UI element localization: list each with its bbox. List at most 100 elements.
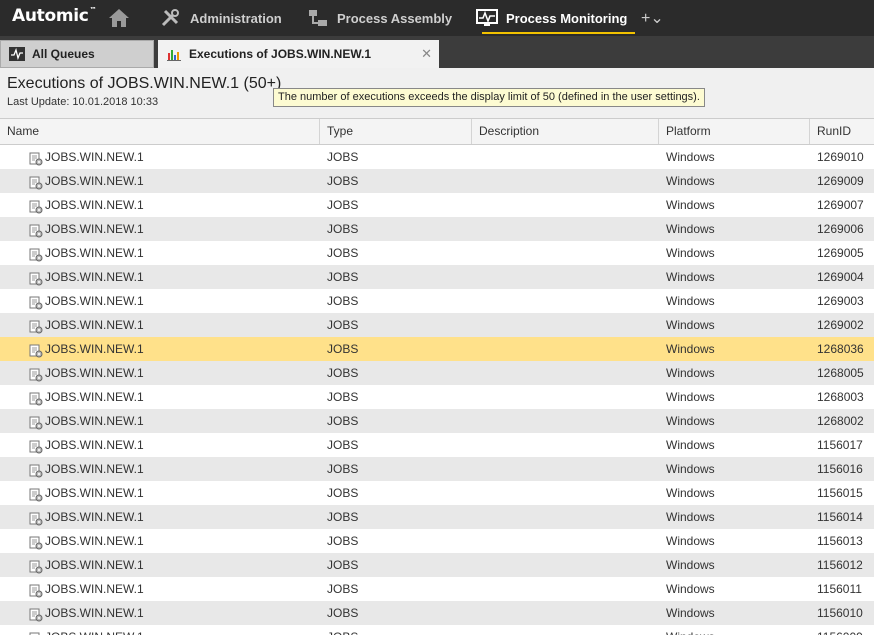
column-header-platform[interactable]: Platform bbox=[659, 119, 810, 144]
cell-type: JOBS bbox=[327, 462, 359, 476]
cell-runid: 1156010 bbox=[817, 606, 863, 620]
tab-all-queues[interactable]: All Queues bbox=[0, 40, 154, 68]
table-row[interactable]: JOBS.WIN.NEW.1 JOBS Windows 1269005 bbox=[0, 241, 874, 265]
table-row[interactable]: JOBS.WIN.NEW.1 JOBS Windows 1269007 bbox=[0, 193, 874, 217]
cell-name: JOBS.WIN.NEW.1 bbox=[29, 169, 144, 193]
job-icon bbox=[29, 582, 43, 598]
cell-platform: Windows bbox=[666, 625, 715, 635]
cell-platform: Windows bbox=[666, 270, 715, 284]
cell-platform: Windows bbox=[666, 510, 715, 524]
cell-runid: 1269003 bbox=[817, 294, 864, 308]
cell-name-text: JOBS.WIN.NEW.1 bbox=[45, 222, 144, 236]
job-icon bbox=[29, 630, 43, 635]
cell-name: JOBS.WIN.NEW.1 bbox=[29, 625, 144, 635]
table-row[interactable]: JOBS.WIN.NEW.1 JOBS Windows 1268036 bbox=[0, 337, 874, 361]
cell-runid: 1268002 bbox=[817, 414, 864, 428]
cell-name: JOBS.WIN.NEW.1 bbox=[29, 385, 144, 409]
cell-platform: Windows bbox=[666, 390, 715, 404]
cell-name: JOBS.WIN.NEW.1 bbox=[29, 361, 144, 385]
cell-type: JOBS bbox=[327, 342, 359, 356]
table-row[interactable]: JOBS.WIN.NEW.1 JOBS Windows 1268005 bbox=[0, 361, 874, 385]
cell-platform: Windows bbox=[666, 198, 715, 212]
cell-type: JOBS bbox=[327, 534, 359, 548]
table-row[interactable]: JOBS.WIN.NEW.1 JOBS Windows 1269003 bbox=[0, 289, 874, 313]
cell-platform: Windows bbox=[666, 246, 715, 260]
close-tab-icon[interactable]: ✕ bbox=[421, 46, 432, 62]
home-icon[interactable] bbox=[108, 7, 130, 29]
cell-name-text: JOBS.WIN.NEW.1 bbox=[45, 246, 144, 260]
cell-platform: Windows bbox=[666, 582, 715, 596]
cell-name-text: JOBS.WIN.NEW.1 bbox=[45, 414, 144, 428]
cell-runid: 1269002 bbox=[817, 318, 864, 332]
table-row[interactable]: JOBS.WIN.NEW.1 JOBS Windows 1156017 bbox=[0, 433, 874, 457]
cell-name: JOBS.WIN.NEW.1 bbox=[29, 481, 144, 505]
table-row[interactable]: JOBS.WIN.NEW.1 JOBS Windows 1269006 bbox=[0, 217, 874, 241]
nav-process-assembly[interactable]: Process Assembly bbox=[307, 0, 452, 36]
column-header-description[interactable]: Description bbox=[472, 119, 659, 144]
job-icon bbox=[29, 462, 43, 478]
job-icon bbox=[29, 534, 43, 550]
automic-logo[interactable]: Automic™ bbox=[12, 6, 97, 26]
cell-name: JOBS.WIN.NEW.1 bbox=[29, 241, 144, 265]
job-icon bbox=[29, 606, 43, 622]
cell-name: JOBS.WIN.NEW.1 bbox=[29, 145, 144, 169]
column-header-name[interactable]: Name bbox=[0, 119, 320, 144]
cell-runid: 1156016 bbox=[817, 462, 863, 476]
job-icon bbox=[29, 390, 43, 406]
cell-name-text: JOBS.WIN.NEW.1 bbox=[45, 630, 144, 635]
cell-runid: 1156012 bbox=[817, 558, 863, 572]
nav-process-monitoring-label: Process Monitoring bbox=[506, 10, 628, 26]
cell-name-text: JOBS.WIN.NEW.1 bbox=[45, 150, 144, 164]
job-icon bbox=[29, 510, 43, 526]
cell-type: JOBS bbox=[327, 558, 359, 572]
cell-name-text: JOBS.WIN.NEW.1 bbox=[45, 174, 144, 188]
cell-platform: Windows bbox=[666, 534, 715, 548]
table-row[interactable]: JOBS.WIN.NEW.1 JOBS Windows 1156016 bbox=[0, 457, 874, 481]
cell-type: JOBS bbox=[327, 294, 359, 308]
table-row[interactable]: JOBS.WIN.NEW.1 JOBS Windows 1156013 bbox=[0, 529, 874, 553]
job-icon bbox=[29, 438, 43, 454]
job-icon bbox=[29, 174, 43, 190]
chart-icon bbox=[167, 50, 181, 61]
page-title: Executions of JOBS.WIN.NEW.1 (50+) bbox=[7, 75, 282, 92]
top-nav-bar: Automic™ Administration Process Assembly… bbox=[0, 0, 874, 36]
table-row[interactable]: JOBS.WIN.NEW.1 JOBS Windows 1268002 bbox=[0, 409, 874, 433]
table-row[interactable]: JOBS.WIN.NEW.1 JOBS Windows 1156009 bbox=[0, 625, 874, 635]
cell-type: JOBS bbox=[327, 246, 359, 260]
table-row[interactable]: JOBS.WIN.NEW.1 JOBS Windows 1156015 bbox=[0, 481, 874, 505]
column-header-runid[interactable]: RunID bbox=[810, 119, 874, 144]
table-row[interactable]: JOBS.WIN.NEW.1 JOBS Windows 1269004 bbox=[0, 265, 874, 289]
table-row[interactable]: JOBS.WIN.NEW.1 JOBS Windows 1156011 bbox=[0, 577, 874, 601]
tab-executions[interactable]: Executions of JOBS.WIN.NEW.1 ✕ bbox=[158, 40, 439, 68]
table-row[interactable]: JOBS.WIN.NEW.1 JOBS Windows 1269010 bbox=[0, 145, 874, 169]
job-icon bbox=[29, 414, 43, 430]
table-row[interactable]: JOBS.WIN.NEW.1 JOBS Windows 1268003 bbox=[0, 385, 874, 409]
cell-platform: Windows bbox=[666, 318, 715, 332]
cell-name: JOBS.WIN.NEW.1 bbox=[29, 529, 144, 553]
nav-process-monitoring[interactable]: Process Monitoring bbox=[476, 0, 636, 36]
cell-type: JOBS bbox=[327, 318, 359, 332]
cell-platform: Windows bbox=[666, 486, 715, 500]
cell-name-text: JOBS.WIN.NEW.1 bbox=[45, 318, 144, 332]
cell-name-text: JOBS.WIN.NEW.1 bbox=[45, 462, 144, 476]
table-row[interactable]: JOBS.WIN.NEW.1 JOBS Windows 1156010 bbox=[0, 601, 874, 625]
table-row[interactable]: JOBS.WIN.NEW.1 JOBS Windows 1156014 bbox=[0, 505, 874, 529]
cell-runid: 1156013 bbox=[817, 534, 863, 548]
cell-name: JOBS.WIN.NEW.1 bbox=[29, 193, 144, 217]
table-row[interactable]: JOBS.WIN.NEW.1 JOBS Windows 1269009 bbox=[0, 169, 874, 193]
table-row[interactable]: JOBS.WIN.NEW.1 JOBS Windows 1156012 bbox=[0, 553, 874, 577]
nav-administration[interactable]: Administration bbox=[160, 0, 282, 36]
cell-platform: Windows bbox=[666, 174, 715, 188]
cell-platform: Windows bbox=[666, 558, 715, 572]
cell-name-text: JOBS.WIN.NEW.1 bbox=[45, 582, 144, 596]
table-row[interactable]: JOBS.WIN.NEW.1 JOBS Windows 1269002 bbox=[0, 313, 874, 337]
add-perspective-button[interactable]: +⌄ bbox=[641, 8, 664, 28]
cell-name-text: JOBS.WIN.NEW.1 bbox=[45, 366, 144, 380]
cell-runid: 1268003 bbox=[817, 390, 864, 404]
cell-runid: 1269006 bbox=[817, 222, 864, 236]
column-header-type[interactable]: Type bbox=[320, 119, 472, 144]
logo-text: Automic bbox=[12, 6, 89, 26]
cell-runid: 1269007 bbox=[817, 198, 864, 212]
cell-name-text: JOBS.WIN.NEW.1 bbox=[45, 486, 144, 500]
executions-table: JOBS.WIN.NEW.1 JOBS Windows 1269010 JOBS.WIN… bbox=[0, 145, 874, 635]
